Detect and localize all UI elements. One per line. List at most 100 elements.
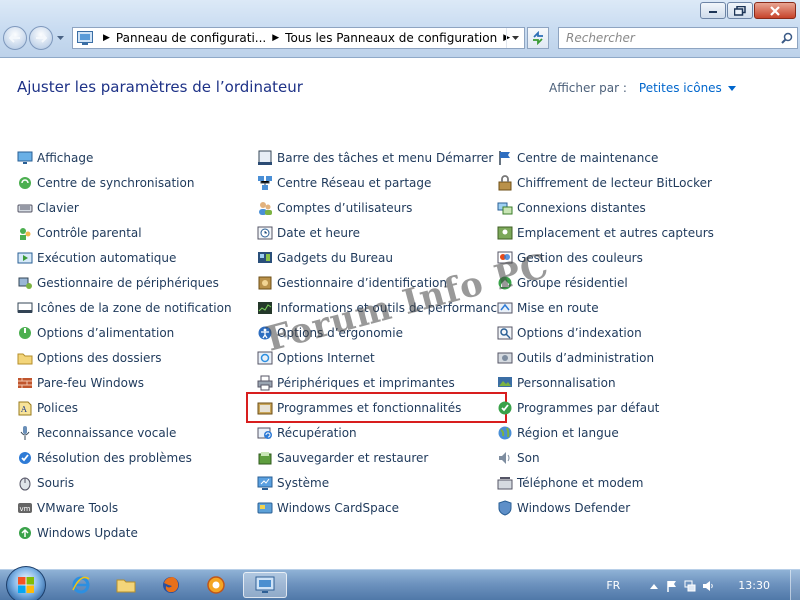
control-panel-item[interactable]: Connexions distantes bbox=[497, 195, 714, 220]
firefox-icon bbox=[163, 577, 179, 593]
control-panel-item[interactable]: Windows Update bbox=[17, 520, 232, 545]
control-panel-item[interactable]: Chiffrement de lecteur BitLocker bbox=[497, 170, 714, 195]
control-panel-item[interactable]: Programmes et fonctionnalités bbox=[245, 392, 508, 423]
close-button[interactable] bbox=[754, 2, 796, 19]
control-panel-item[interactable]: Récupération bbox=[257, 420, 504, 445]
language-indicator[interactable]: FR bbox=[606, 579, 620, 592]
search-button[interactable] bbox=[777, 28, 797, 48]
control-panel-item[interactable]: Centre Réseau et partage bbox=[257, 170, 504, 195]
control-panel-item[interactable]: Gadgets du Bureau bbox=[257, 245, 504, 270]
control-panel-item[interactable]: Options des dossiers bbox=[17, 345, 232, 370]
control-panel-item-label: Polices bbox=[37, 400, 79, 415]
show-hidden-icons-icon[interactable] bbox=[648, 580, 660, 592]
maximize-button[interactable] bbox=[727, 2, 753, 19]
refresh-button[interactable] bbox=[527, 27, 549, 49]
network-icon[interactable] bbox=[684, 580, 696, 592]
control-panel-item[interactable]: Clavier bbox=[17, 195, 232, 220]
restore-icon bbox=[734, 5, 746, 16]
minimize-button[interactable] bbox=[700, 2, 726, 19]
control-panel-item[interactable]: Programmes par défaut bbox=[497, 395, 714, 420]
taskbar-explorer[interactable] bbox=[107, 572, 145, 598]
control-panel-item[interactable]: Souris bbox=[17, 470, 232, 495]
control-panel-item[interactable]: Pare-feu Windows bbox=[17, 370, 232, 395]
control-panel-item[interactable]: Barre des tâches et menu Démarrer bbox=[257, 145, 504, 170]
control-panel-item-label: Gestionnaire d’identification bbox=[277, 275, 447, 290]
bitlocker-icon bbox=[497, 174, 513, 191]
control-panel-item[interactable]: Date et heure bbox=[257, 220, 504, 245]
view-by-value: Petites icônes bbox=[638, 81, 722, 95]
control-panel-item[interactable]: Centre de synchronisation bbox=[17, 170, 232, 195]
chevron-down-icon bbox=[56, 35, 64, 40]
minimize-icon bbox=[709, 10, 717, 13]
control-panel-item[interactable]: Windows CardSpace bbox=[257, 495, 504, 520]
recent-pages-dropdown[interactable] bbox=[55, 26, 65, 50]
control-panel-item[interactable]: Icônes de la zone de notification bbox=[17, 295, 232, 320]
control-panel-item[interactable]: Gestion des couleurs bbox=[497, 245, 714, 270]
start-button[interactable] bbox=[6, 566, 46, 600]
view-by-dropdown[interactable]: Petites icônes bbox=[639, 81, 736, 95]
forward-button[interactable] bbox=[29, 26, 53, 50]
control-panel-item[interactable]: Sauvegarder et restaurer bbox=[257, 445, 504, 470]
region-icon bbox=[497, 425, 513, 441]
control-panel-item[interactable]: Options Internet bbox=[257, 345, 504, 370]
control-panel-item-label: Date et heure bbox=[277, 225, 361, 240]
control-panel-item[interactable]: Téléphone et modem bbox=[497, 470, 714, 495]
control-panel-item-label: Souris bbox=[37, 475, 75, 490]
control-panel-item[interactable]: Exécution automatique bbox=[17, 245, 232, 270]
control-panel-item[interactable]: Résolution des problèmes bbox=[17, 445, 232, 470]
control-panel-item[interactable]: Système bbox=[257, 470, 504, 495]
control-panel-item[interactable]: A Polices bbox=[17, 395, 232, 420]
control-panel-item[interactable]: Personnalisation bbox=[497, 370, 714, 395]
taskbar-internet-explorer[interactable] bbox=[62, 572, 100, 598]
search-box[interactable]: Rechercher bbox=[558, 27, 798, 49]
control-panel-item[interactable]: Outils d’administration bbox=[497, 345, 714, 370]
control-panel-item-label: Sauvegarder et restaurer bbox=[277, 450, 429, 465]
show-desktop-button[interactable] bbox=[790, 570, 800, 600]
control-panel-item[interactable]: Options d’ergonomie bbox=[257, 320, 504, 345]
phone-icon bbox=[497, 475, 513, 491]
taskbar-firefox[interactable] bbox=[152, 572, 190, 598]
back-button[interactable] bbox=[3, 26, 27, 50]
control-panel-item[interactable]: Centre de maintenance bbox=[497, 145, 714, 170]
control-panel-item[interactable]: Région et langue bbox=[497, 420, 714, 445]
control-panel-item[interactable]: Gestionnaire d’identification bbox=[257, 270, 504, 295]
control-panel-item[interactable]: Groupe résidentiel bbox=[497, 270, 714, 295]
control-panel-item[interactable]: vm VMware Tools bbox=[17, 495, 232, 520]
control-panel-item[interactable]: Options d’indexation bbox=[497, 320, 714, 345]
volume-icon[interactable] bbox=[702, 580, 714, 592]
taskbar-app[interactable] bbox=[197, 572, 235, 598]
control-panel-item-label: Options des dossiers bbox=[37, 350, 162, 365]
color-icon bbox=[497, 250, 513, 266]
control-panel-item[interactable]: Contrôle parental bbox=[17, 220, 232, 245]
getting-started-icon bbox=[497, 300, 513, 316]
printer-icon bbox=[257, 375, 273, 391]
control-panel-item[interactable]: Windows Defender bbox=[497, 495, 714, 520]
control-panel-item[interactable]: Comptes d’utilisateurs bbox=[257, 195, 504, 220]
control-panel-item[interactable]: Options d’alimentation bbox=[17, 320, 232, 345]
chevron-down-icon bbox=[727, 85, 736, 91]
window-controls bbox=[700, 2, 796, 19]
flag-icon bbox=[497, 150, 513, 166]
taskbar-control-panel[interactable] bbox=[243, 572, 287, 598]
address-bar[interactable]: ▶ Panneau de configurati... ▶ Tous les P… bbox=[72, 27, 525, 49]
view-by-label: Afficher par : bbox=[549, 81, 627, 95]
search-input[interactable]: Rechercher bbox=[559, 31, 777, 45]
control-panel-item[interactable]: Gestionnaire de périphériques bbox=[17, 270, 232, 295]
action-center-flag-icon[interactable] bbox=[666, 580, 678, 592]
control-panel-item[interactable]: Informations et outils de performance bbox=[257, 295, 504, 320]
control-panel-item-label: Gadgets du Bureau bbox=[277, 250, 393, 265]
control-panel-item[interactable]: Affichage bbox=[17, 145, 232, 170]
breadcrumb-control-panel[interactable]: Panneau de configurati... bbox=[116, 31, 266, 45]
control-panel-item[interactable]: Mise en route bbox=[497, 295, 714, 320]
control-panel-item[interactable]: Reconnaissance vocale bbox=[17, 420, 232, 445]
personalization-icon bbox=[497, 375, 513, 391]
control-panel-item[interactable]: Son bbox=[497, 445, 714, 470]
firewall-icon bbox=[17, 375, 33, 391]
control-panel-item[interactable]: Périphériques et imprimantes bbox=[257, 370, 504, 395]
breadcrumb-all-control-panel-items[interactable]: Tous les Panneaux de configuration bbox=[285, 31, 497, 45]
clock[interactable]: 13:30 bbox=[738, 579, 770, 592]
address-history-dropdown[interactable] bbox=[506, 28, 524, 48]
system-icon bbox=[257, 475, 273, 491]
power-icon bbox=[17, 325, 33, 341]
control-panel-item[interactable]: Emplacement et autres capteurs bbox=[497, 220, 714, 245]
